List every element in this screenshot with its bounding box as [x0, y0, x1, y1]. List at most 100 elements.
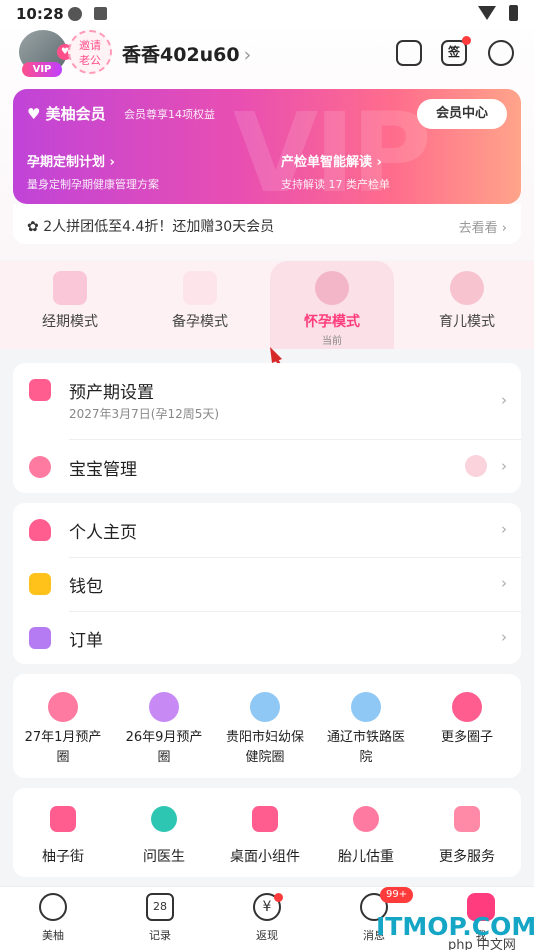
- pregnancy-card: 预产期设置 2027年3月7日(孕12周5天) › 宝宝管理 ›: [13, 363, 521, 493]
- due-date-row[interactable]: 预产期设置 2027年3月7日(孕12周5天) ›: [13, 363, 521, 439]
- person-icon: [29, 519, 51, 541]
- order-list-icon: [29, 627, 51, 649]
- baby-management-row[interactable]: 宝宝管理 ›: [13, 440, 521, 494]
- circle-item[interactable]: 27年1月预产 圈: [13, 692, 113, 768]
- battery-icon: [509, 5, 518, 21]
- feature-pregnancy-plan-desc: 量身定制孕期健康管理方案: [27, 178, 159, 191]
- flower-icon: [452, 692, 482, 722]
- test-strip-icon: [183, 271, 217, 305]
- chevron-right-icon: ›: [501, 391, 507, 409]
- row-label: 订单: [69, 631, 103, 651]
- pregnant-woman-icon: [315, 271, 349, 305]
- service-label: 胎儿估重: [338, 849, 394, 865]
- pomelo-icon: [39, 893, 67, 921]
- promo-more-link[interactable]: 去看看 ›: [459, 217, 507, 236]
- widget-icon: [252, 806, 278, 832]
- circle-line1: 通辽市铁路医: [326, 730, 405, 745]
- member-card[interactable]: VIP ♥ 美柚会员 会员尊享14项权益 会员中心 孕期定制计划 › 量身定制孕…: [13, 89, 521, 204]
- mode-label: 备孕模式: [172, 314, 228, 330]
- mode-label: 育儿模式: [439, 314, 495, 330]
- row-label: 钱包: [69, 577, 103, 597]
- tab-label: 返现: [256, 929, 278, 942]
- baby-icon: [29, 456, 51, 478]
- circle-item[interactable]: 26年9月预产 圈: [114, 692, 214, 768]
- circle-line2: 圈: [56, 750, 70, 765]
- wallet-icon: [29, 573, 51, 595]
- feature-report-reading-desc: 支持解读 17 类产检单: [281, 178, 390, 191]
- shopping-bag-icon: [50, 806, 76, 832]
- baby-management-label: 宝宝管理: [69, 460, 137, 480]
- member-title: ♥ 美柚会员: [27, 105, 106, 123]
- member-subtitle: 会员尊享14项权益: [124, 108, 215, 121]
- tab-parenting-mode[interactable]: 育儿模式: [412, 261, 522, 349]
- invite-husband-button[interactable]: 邀请 老公: [68, 30, 112, 74]
- number-9-icon: [149, 692, 179, 722]
- circle-item[interactable]: 贵阳市妇幼保 健院圈: [215, 692, 315, 768]
- username[interactable]: 香香402u60 ›: [122, 40, 251, 67]
- chevron-right-icon: ›: [501, 628, 507, 646]
- calendar-heart-icon: [29, 379, 51, 401]
- row-label: 个人主页: [69, 523, 137, 543]
- settings-icon[interactable]: [488, 40, 514, 66]
- status-time: 10:28: [16, 5, 64, 23]
- promo-text: ✿ 2人拼团低至4.4折！还加赠30天会员: [27, 219, 275, 235]
- service-item[interactable]: 问医生: [114, 806, 214, 866]
- mother-baby-icon: [450, 271, 484, 305]
- username-text: 香香402u60: [122, 44, 240, 66]
- site-watermark-sub: php 中文网: [448, 938, 516, 950]
- feature-report-reading[interactable]: 产检单智能解读 ›: [281, 151, 382, 170]
- personal-homepage-row[interactable]: 个人主页 ›: [13, 503, 521, 557]
- scan-icon[interactable]: [396, 40, 422, 66]
- circle-line2: 院: [359, 750, 373, 765]
- doctor-chat-icon: [151, 806, 177, 832]
- tab-record[interactable]: 28 记录: [120, 893, 200, 943]
- service-item[interactable]: 柚子街: [13, 806, 113, 866]
- member-center-button[interactable]: 会员中心: [417, 99, 507, 129]
- hospital-icon: [250, 692, 280, 722]
- sync-icon: [68, 7, 82, 21]
- tab-label: 美柚: [42, 929, 64, 942]
- circle-line1: 贵阳市妇幼保: [225, 730, 304, 745]
- circle-line1: 更多圈子: [440, 730, 493, 745]
- more-services-item[interactable]: 更多服务: [417, 806, 517, 866]
- tab-pregnancy-mode[interactable]: 怀孕模式 当前: [270, 261, 394, 349]
- tab-period-mode[interactable]: 经期模式: [20, 261, 120, 349]
- chevron-right-icon: ›: [243, 44, 252, 66]
- chevron-right-icon: ›: [501, 457, 507, 475]
- circles-card: 27年1月预产 圈 26年9月预产 圈 贵阳市妇幼保 健院圈 通辽市铁路医 院 …: [13, 674, 521, 778]
- tab-meiyou[interactable]: 美柚: [13, 893, 93, 943]
- circle-item[interactable]: 通辽市铁路医 院: [316, 692, 416, 768]
- invite-line1: 邀请: [79, 39, 101, 52]
- circle-line2: 健院圈: [245, 750, 285, 765]
- circle-line1: 27年1月预产: [24, 730, 102, 745]
- due-date-value: 2027年3月7日(孕12周5天): [69, 407, 220, 421]
- fetus-icon: [353, 806, 379, 832]
- wifi-icon: [478, 6, 496, 20]
- tab-prepare-mode[interactable]: 备孕模式: [150, 261, 250, 349]
- sign-in-red-dot: [462, 36, 471, 45]
- orders-row[interactable]: 订单 ›: [13, 611, 521, 665]
- feature-pregnancy-plan[interactable]: 孕期定制计划 ›: [27, 151, 115, 170]
- circle-line1: 26年9月预产: [125, 730, 203, 745]
- tab-cashback[interactable]: ¥ 返现: [227, 893, 307, 943]
- more-circles-item[interactable]: 更多圈子: [417, 692, 517, 748]
- circle-line2: 圈: [157, 750, 171, 765]
- status-bar: 10:28: [0, 0, 534, 28]
- mode-label: 经期模式: [42, 314, 98, 330]
- service-label: 柚子街: [42, 849, 84, 865]
- mode-switcher: 经期模式 备孕模式 怀孕模式 当前 育儿模式: [0, 261, 534, 349]
- cashback-red-dot: [274, 893, 283, 902]
- wallet-row[interactable]: 钱包 ›: [13, 557, 521, 611]
- service-item[interactable]: 胎儿估重: [316, 806, 416, 866]
- gift-icon: ✿: [27, 219, 44, 235]
- calendar-icon: 28: [146, 893, 174, 921]
- services-card: 柚子街 问医生 桌面小组件 胎儿估重 更多服务: [13, 788, 521, 877]
- mode-label: 怀孕模式: [304, 314, 360, 330]
- hospital-icon: [351, 692, 381, 722]
- calendar-icon: [53, 271, 87, 305]
- service-label: 问医生: [143, 849, 185, 865]
- promo-banner[interactable]: ✿ 2人拼团低至4.4折！还加赠30天会员 去看看 ›: [13, 204, 521, 244]
- chevron-right-icon: ›: [501, 574, 507, 592]
- service-item[interactable]: 桌面小组件: [215, 806, 315, 866]
- notification-icon: [94, 7, 107, 20]
